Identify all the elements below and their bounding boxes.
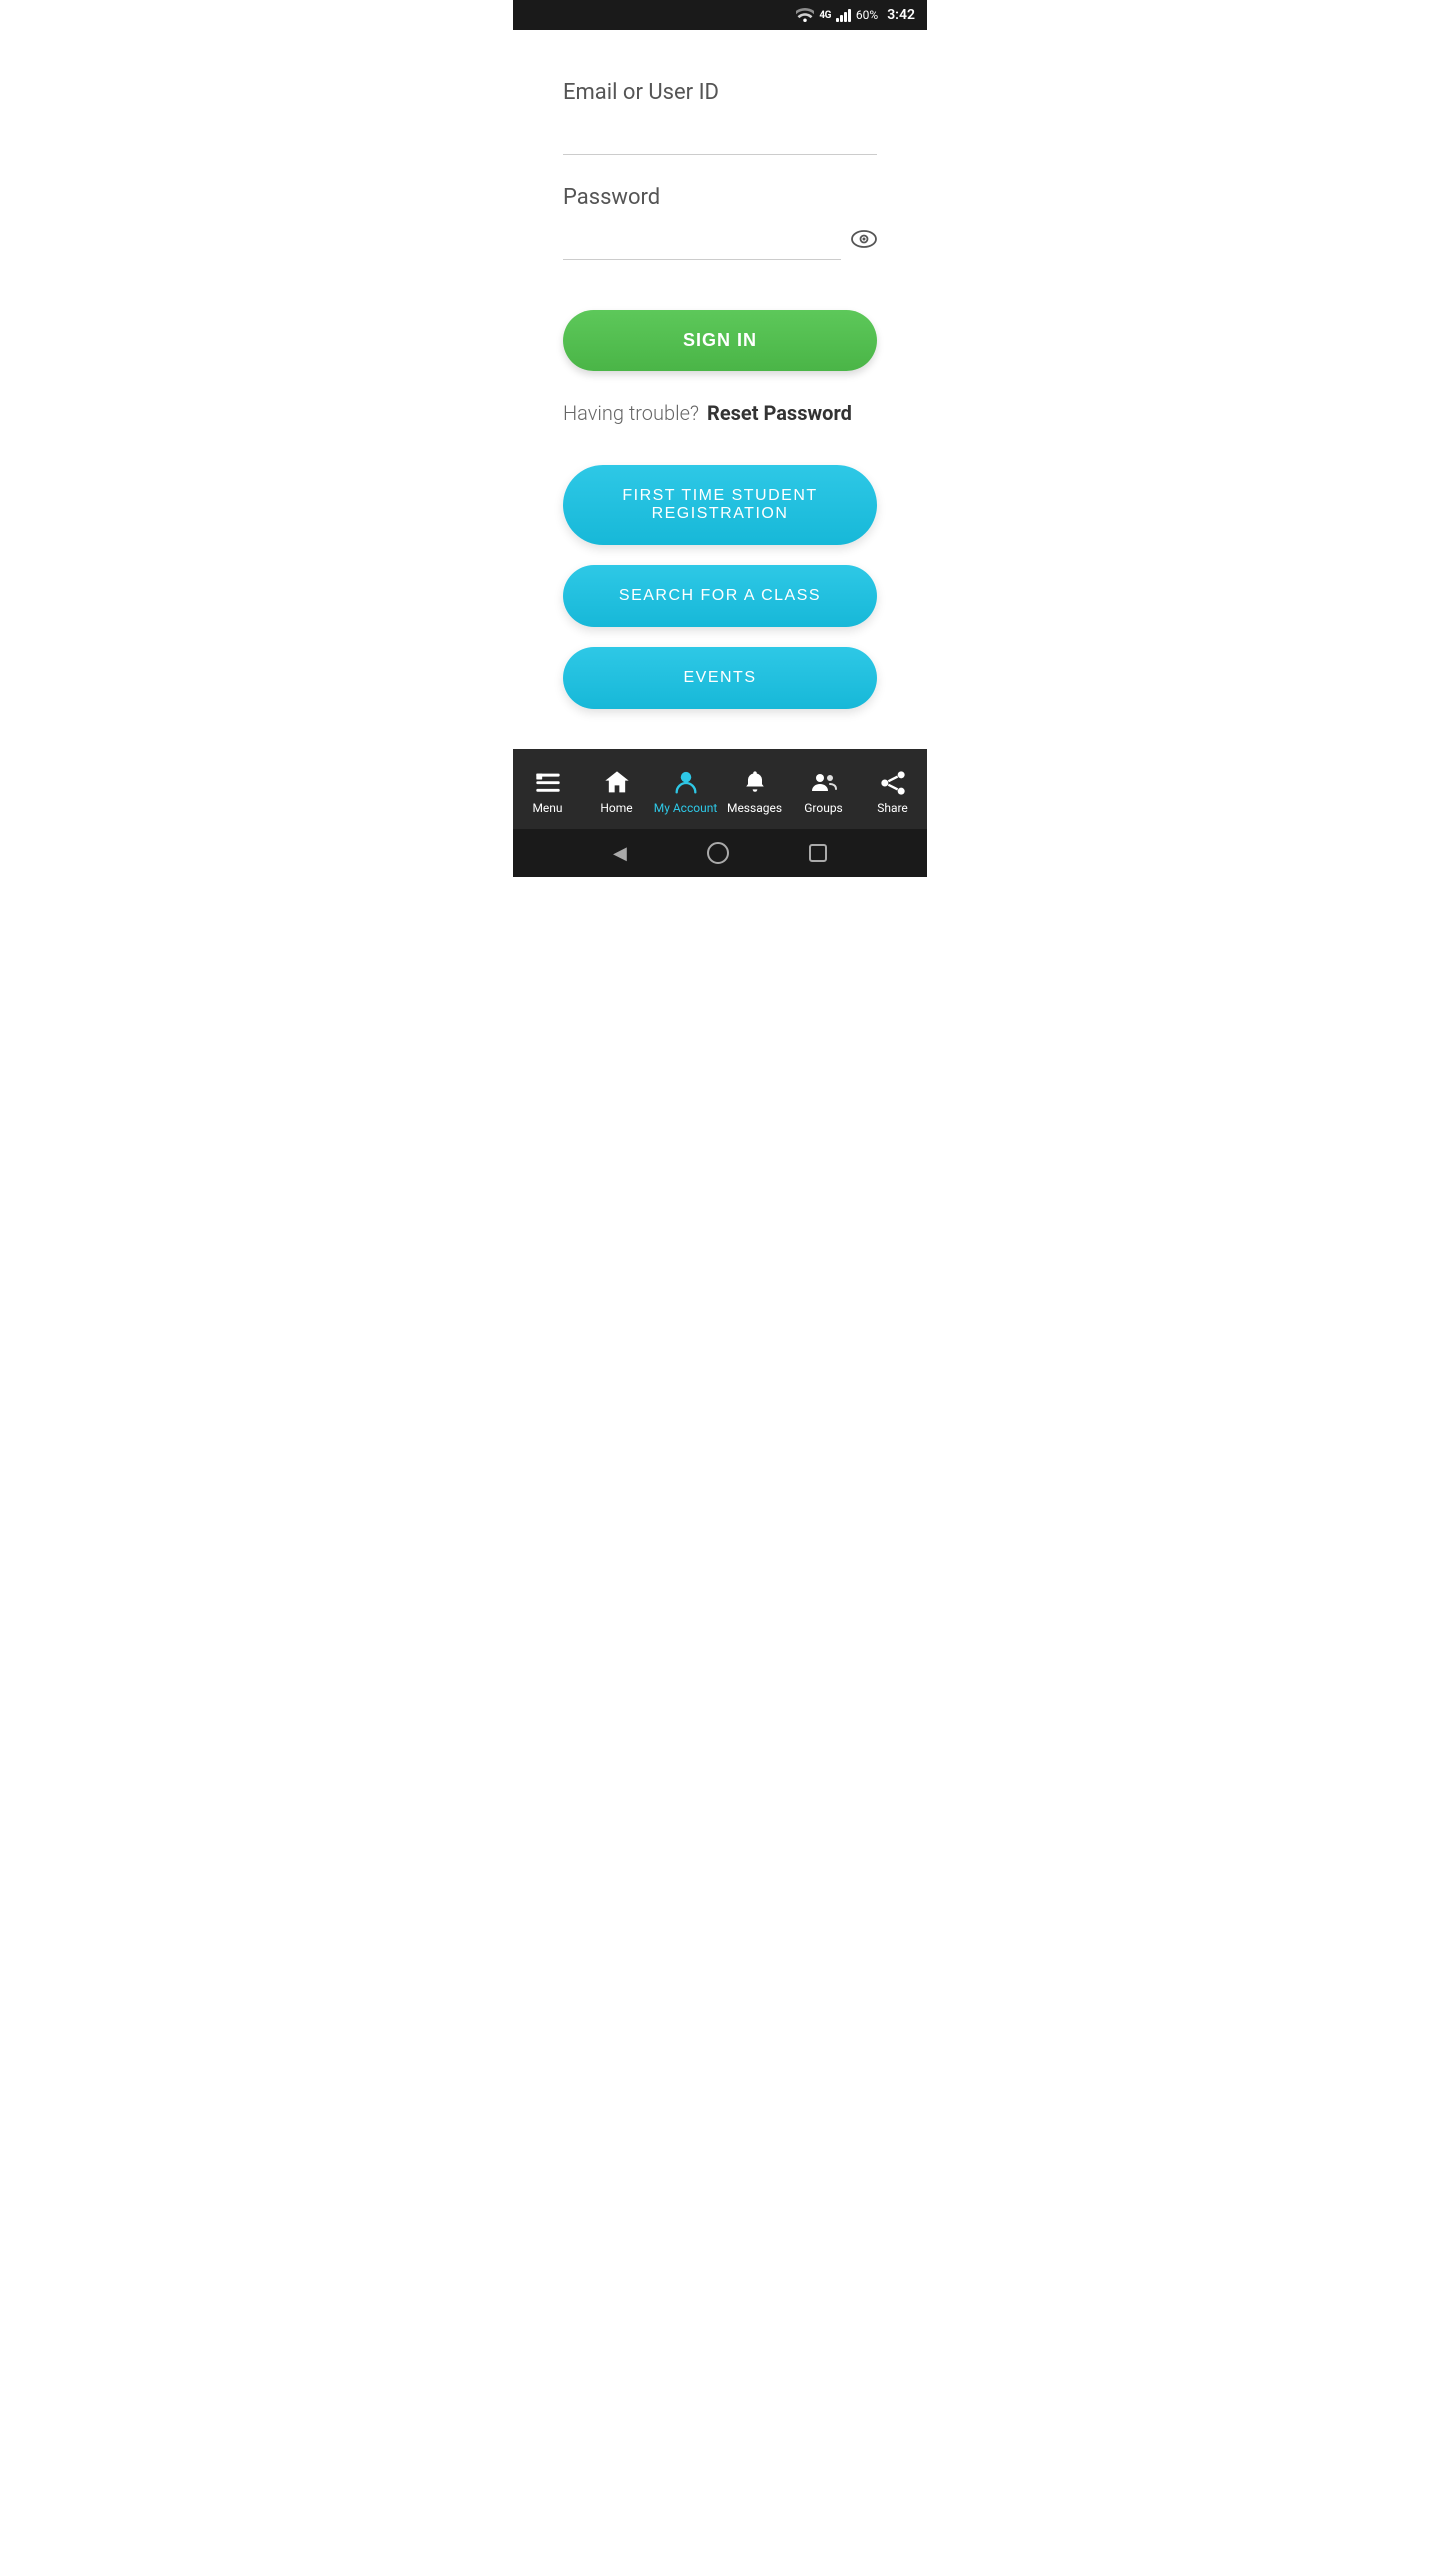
nav-item-home[interactable]: Home xyxy=(582,769,651,815)
android-recent-button[interactable] xyxy=(809,844,827,862)
events-button[interactable]: EVENTS xyxy=(563,647,877,709)
nav-item-groups[interactable]: Groups xyxy=(789,769,858,815)
email-field-group: Email or User ID xyxy=(563,80,877,155)
nav-label-home: Home xyxy=(600,801,632,815)
nav-item-myaccount[interactable]: My Account xyxy=(651,769,720,815)
groups-icon xyxy=(810,769,838,797)
trouble-text: Having trouble? xyxy=(563,401,699,425)
nav-label-messages: Messages xyxy=(727,801,782,815)
password-input-wrapper xyxy=(563,222,877,260)
home-icon xyxy=(603,769,631,797)
nav-label-share: Share xyxy=(877,801,908,815)
battery-indicator: 60% xyxy=(856,8,878,22)
password-input[interactable] xyxy=(563,222,841,260)
bell-icon xyxy=(741,769,769,797)
signal-icon xyxy=(836,8,851,22)
sign-in-button[interactable]: SIGN IN xyxy=(563,310,877,371)
status-icons: 4G 60% 3:42 xyxy=(796,7,915,23)
clock: 3:42 xyxy=(887,7,915,23)
nav-label-myaccount: My Account xyxy=(654,801,718,815)
nav-item-menu[interactable]: Menu xyxy=(513,769,582,815)
password-visibility-toggle[interactable] xyxy=(851,229,877,253)
reset-password-row: Having trouble? Reset Password xyxy=(563,401,877,425)
wifi-icon xyxy=(796,8,814,22)
nav-item-share[interactable]: Share xyxy=(858,769,927,815)
main-content: Email or User ID Password SIGN IN Having… xyxy=(513,30,927,749)
nav-item-messages[interactable]: Messages xyxy=(720,769,789,815)
password-label: Password xyxy=(563,185,877,210)
menu-icon xyxy=(534,769,562,797)
password-field-group: Password xyxy=(563,185,877,260)
network-icon: 4G xyxy=(819,10,831,21)
search-class-button[interactable]: SEARCH FOR A CLASS xyxy=(563,565,877,627)
email-input-wrapper xyxy=(563,117,877,155)
android-home-button[interactable] xyxy=(707,842,729,864)
email-input[interactable] xyxy=(563,117,877,155)
account-icon xyxy=(672,769,700,797)
reset-password-link[interactable]: Reset Password xyxy=(707,401,852,425)
bottom-navigation: Menu Home My Account Messages G xyxy=(513,749,927,829)
android-back-button[interactable]: ◀ xyxy=(613,843,627,864)
share-icon xyxy=(879,769,907,797)
nav-label-menu: Menu xyxy=(532,801,562,815)
nav-label-groups: Groups xyxy=(804,801,843,815)
registration-button[interactable]: FIRST TIME STUDENT REGISTRATION xyxy=(563,465,877,545)
status-bar: 4G 60% 3:42 xyxy=(513,0,927,30)
android-nav-bar: ◀ xyxy=(513,829,927,877)
email-label: Email or User ID xyxy=(563,80,877,105)
